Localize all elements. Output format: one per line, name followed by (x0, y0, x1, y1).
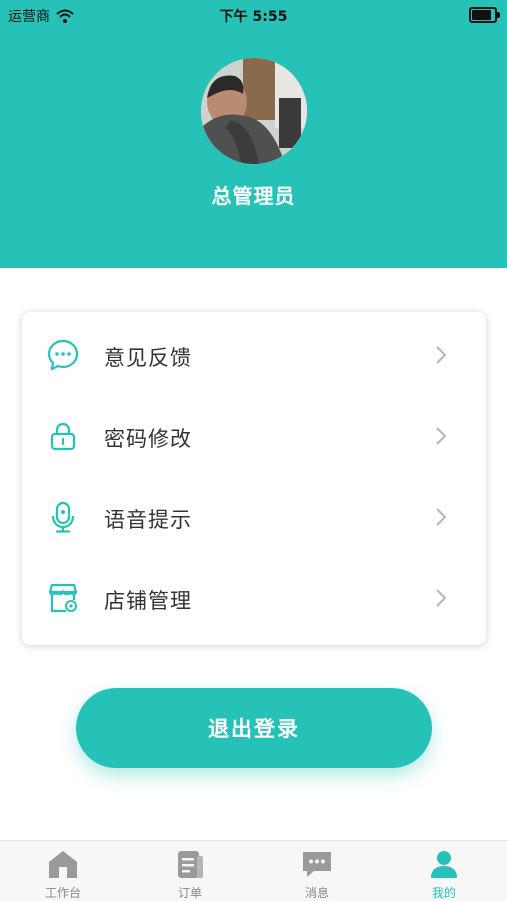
tab-workbench[interactable]: 工作台 (0, 841, 126, 901)
chat-bubble-icon (47, 339, 79, 371)
user-name: 总管理员 (211, 184, 296, 208)
lock-icon (50, 422, 76, 451)
status-bar: 运营商 下午 5:55 (0, 0, 507, 28)
menu-item-store-management[interactable]: 店铺管理 (22, 558, 486, 639)
chevron-right-icon (436, 346, 447, 364)
menu-item-change-password[interactable]: 密码修改 (22, 396, 486, 477)
message-icon (303, 852, 331, 877)
menu-item-label: 语音提示 (104, 508, 192, 532)
profile-header: 运营商 下午 5:55 总管理员 (0, 0, 507, 268)
menu-item-feedback[interactable]: 意见反馈 (22, 315, 486, 396)
logout-button[interactable]: 退出登录 (76, 688, 432, 768)
menu-item-label: 意见反馈 (104, 346, 192, 370)
tab-messages[interactable]: 消息 (254, 841, 380, 901)
tab-orders[interactable]: 订单 (127, 841, 253, 901)
order-icon (178, 851, 203, 878)
tab-label: 我的 (431, 886, 456, 900)
avatar[interactable] (201, 58, 307, 164)
status-time: 下午 5:55 (219, 9, 288, 25)
chevron-right-icon (436, 427, 447, 445)
store-settings-icon (48, 583, 78, 613)
settings-card: 意见反馈 密码修改 语音提示 店铺管理 (22, 312, 486, 645)
menu-item-label: 密码修改 (104, 427, 192, 451)
chevron-right-icon (436, 508, 447, 526)
tab-label: 订单 (177, 886, 202, 900)
menu-item-voice-prompt[interactable]: 语音提示 (22, 477, 486, 558)
battery-icon (469, 7, 500, 23)
bottom-tab-bar: 工作台 订单 消息 我的 (0, 840, 507, 901)
home-icon (49, 851, 77, 878)
tab-label: 工作台 (44, 886, 81, 900)
person-icon (431, 851, 457, 878)
menu-item-label: 店铺管理 (104, 589, 192, 613)
microphone-icon (51, 501, 75, 533)
tab-label: 消息 (304, 886, 329, 900)
tab-mine[interactable]: 我的 (381, 841, 507, 901)
avatar-photo (201, 58, 307, 164)
chevron-right-icon (436, 589, 447, 607)
